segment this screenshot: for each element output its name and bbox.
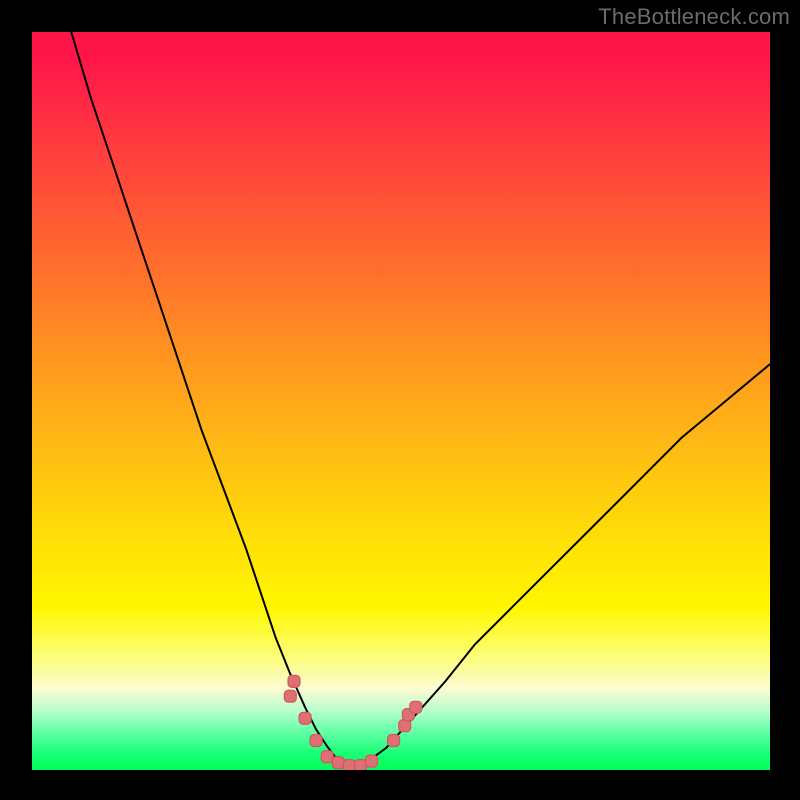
valley-marker (310, 735, 322, 747)
watermark-label: TheBottleneck.com (598, 4, 790, 30)
plot-area (32, 32, 770, 770)
chart-frame: TheBottleneck.com (0, 0, 800, 800)
valley-marker (366, 755, 378, 767)
valley-marker (288, 675, 300, 687)
valley-marker (299, 712, 311, 724)
valley-marker (354, 760, 366, 770)
valley-marker (332, 757, 344, 769)
valley-marker (388, 735, 400, 747)
valley-marker (410, 701, 422, 713)
bottleneck-curve-svg (32, 32, 770, 770)
valley-marker (343, 760, 355, 770)
valley-marker (284, 690, 296, 702)
valley-marker (321, 751, 333, 763)
valley-marker (399, 720, 411, 732)
valley-markers-group (284, 675, 422, 770)
bottleneck-curve-path (69, 32, 770, 766)
